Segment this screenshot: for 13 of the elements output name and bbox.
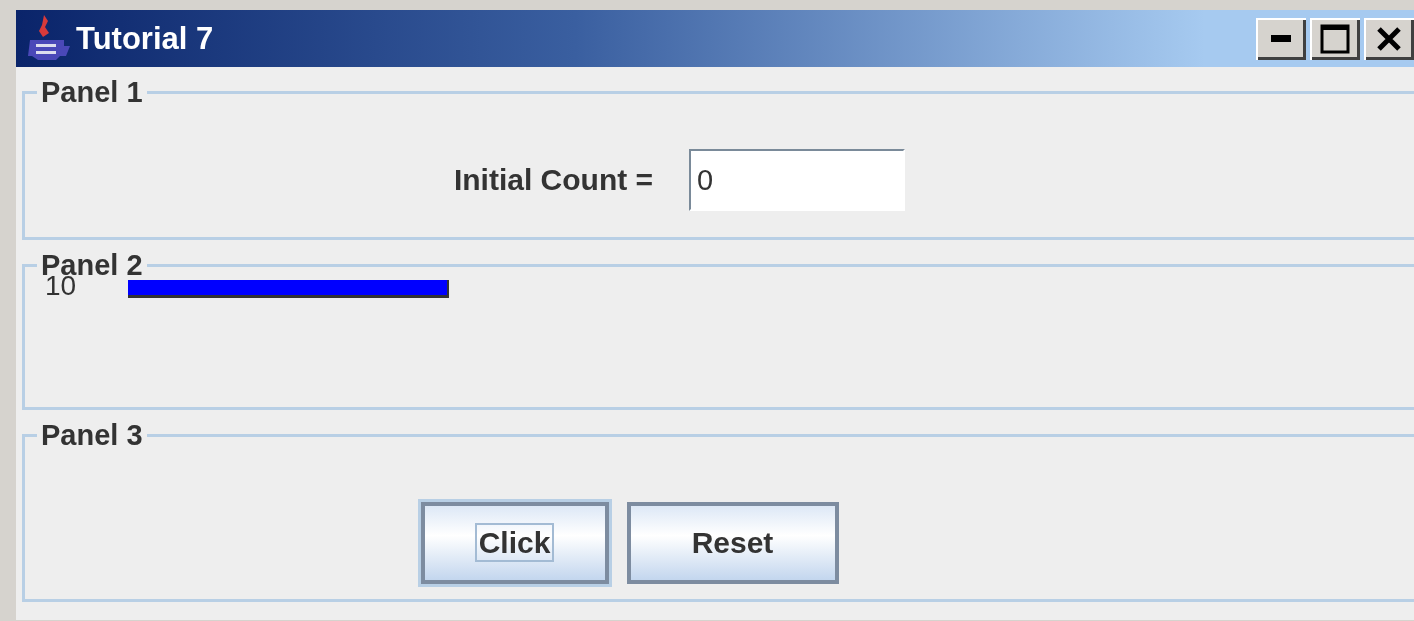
maximize-icon bbox=[1320, 23, 1350, 54]
reset-button[interactable]: Reset bbox=[626, 502, 839, 584]
close-button[interactable] bbox=[1364, 17, 1414, 60]
close-icon bbox=[1377, 26, 1401, 51]
panel-title: Panel 1 bbox=[40, 77, 144, 107]
click-button[interactable]: Click bbox=[420, 502, 609, 584]
maximize-button[interactable] bbox=[1310, 17, 1360, 60]
minimize-icon bbox=[1271, 34, 1291, 43]
minimize-button[interactable] bbox=[1256, 17, 1306, 60]
count-label: Initial Count = bbox=[453, 163, 654, 197]
panel-title: Panel 3 bbox=[40, 420, 144, 450]
count-field[interactable]: 0 bbox=[689, 149, 906, 211]
window-title: Tutorial 7 bbox=[76, 20, 214, 57]
